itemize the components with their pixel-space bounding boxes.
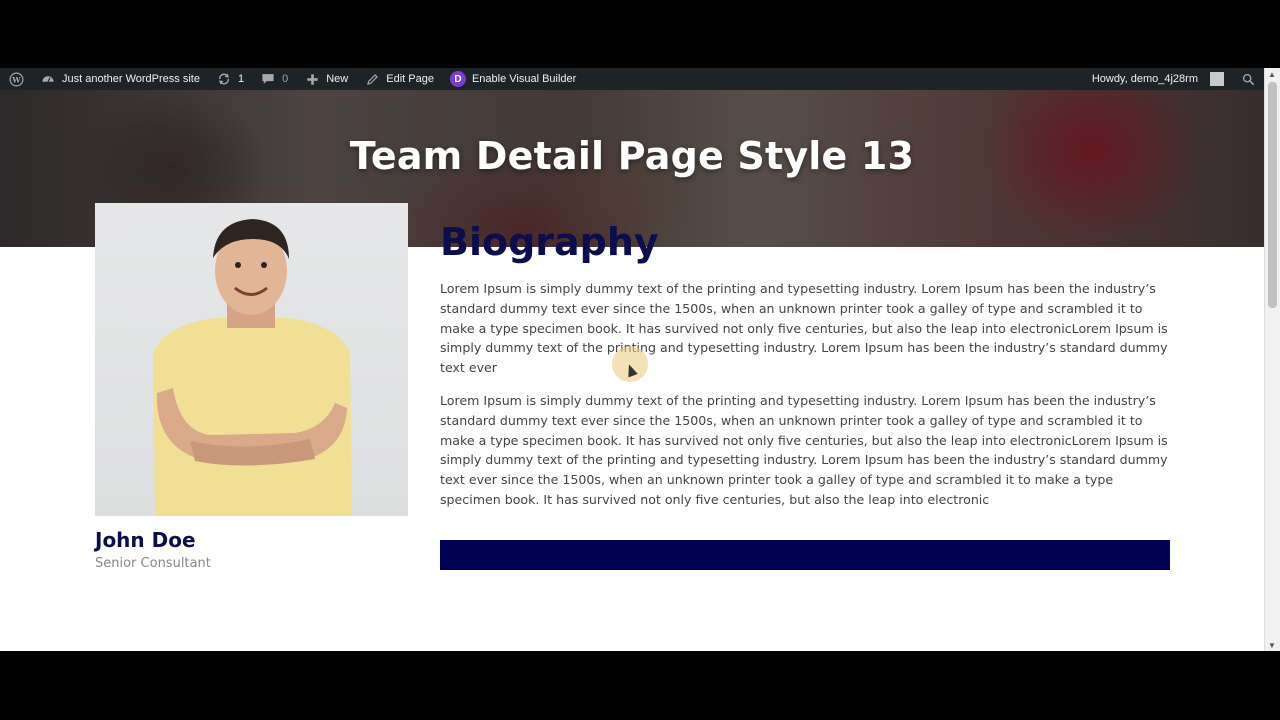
site-name-menu[interactable]: Just another WordPress site [32,68,208,90]
wordpress-logo-menu[interactable]: W [0,68,32,90]
biography-heading: Biography [440,220,659,264]
comment-icon [260,71,276,87]
search-toggle[interactable] [1232,68,1264,90]
new-label: New [326,73,349,85]
howdy-label: Howdy, demo_4j28rm [1091,73,1198,85]
svg-text:W: W [11,75,21,84]
site-name-label: Just another WordPress site [62,73,200,85]
letterbox-top [0,0,1280,68]
my-account-menu[interactable]: Howdy, demo_4j28rm [1084,68,1232,90]
admin-bar-secondary: Howdy, demo_4j28rm [1084,68,1264,90]
biography-paragraph: Lorem Ipsum is simply dummy text of the … [440,281,1168,376]
divi-logo-icon: D [449,71,466,87]
member-name: John Doe [95,528,196,552]
admin-bar: W Just another WordPress site 1 0 New Ed… [0,68,1264,90]
updates-menu[interactable]: 1 [208,68,252,90]
member-portrait-image [153,219,352,516]
edit-page-label: Edit Page [386,73,434,85]
member-photo [95,203,408,516]
comments-menu[interactable]: 0 [252,68,296,90]
letterbox-bottom [0,651,1280,720]
page-scrollbar[interactable]: ▲ ▼ [1264,68,1280,651]
contact-section-banner [440,540,1170,570]
avatar [1210,72,1224,86]
edit-page-link[interactable]: Edit Page [356,68,442,90]
pencil-icon [364,71,380,87]
visual-builder-label: Enable Visual Builder [471,73,577,85]
plus-icon [304,71,320,87]
member-role: Senior Consultant [95,556,211,571]
visual-builder-link[interactable]: D Enable Visual Builder [442,68,584,90]
scroll-down-arrow-icon[interactable]: ▼ [1268,641,1276,650]
page-title: Team Detail Page Style 13 [349,134,915,178]
new-content-menu[interactable]: New [296,68,356,90]
comments-count: 0 [282,73,289,85]
dashboard-icon [40,71,56,87]
refresh-icon [216,71,232,87]
biography-paragraph: Lorem Ipsum is simply dummy text of the … [440,393,1168,507]
wordpress-icon: W [8,71,24,87]
search-icon [1240,71,1256,87]
scrollbar-thumb[interactable] [1268,82,1277,308]
updates-count: 1 [237,73,245,85]
scroll-up-arrow-icon[interactable]: ▲ [1268,70,1276,79]
